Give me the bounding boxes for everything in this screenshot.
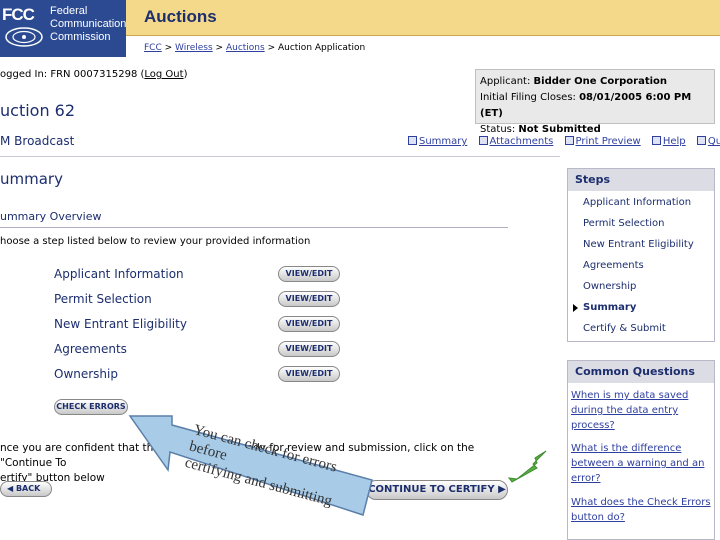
auction-title: uction 62 bbox=[0, 101, 76, 120]
view-edit-ownership-button[interactable]: VIEW/EDIT bbox=[278, 366, 340, 382]
applicant-label: Applicant: bbox=[480, 76, 531, 87]
help-link[interactable]: Help bbox=[663, 136, 686, 147]
annotation-callout-text: You can check for errors before certifyi… bbox=[183, 422, 339, 510]
check-errors-button[interactable]: CHECK ERRORS bbox=[54, 399, 128, 415]
instructions-text: hoose a step listed below to review your… bbox=[0, 236, 311, 247]
logo-line-1: Federal bbox=[50, 5, 88, 17]
sidebar-step-summary: Summary bbox=[583, 302, 637, 313]
applicant-line: Applicant: Bidder One Corporation bbox=[480, 74, 710, 90]
logout-link[interactable]: Log Out bbox=[144, 69, 183, 80]
back-button[interactable]: ◀ BACK bbox=[0, 481, 52, 497]
step-new-entrant-eligibility: New Entrant Eligibility bbox=[54, 317, 187, 331]
summary-overview-heading: ummary Overview bbox=[0, 210, 102, 223]
fcc-seal-icon bbox=[5, 27, 43, 47]
page-title: ummary bbox=[0, 170, 63, 188]
back-label: BACK bbox=[15, 484, 41, 493]
logo-line-2: Communications bbox=[50, 18, 132, 30]
breadcrumb-auctions[interactable]: Auctions bbox=[226, 43, 265, 53]
page-header: FCC Federal Communications Commission Au… bbox=[0, 0, 720, 57]
divider-top bbox=[0, 156, 560, 157]
sidebar-step-ownership[interactable]: Ownership bbox=[583, 281, 636, 292]
sidebar-step-certify-submit[interactable]: Certify & Submit bbox=[583, 323, 666, 334]
quit-icon bbox=[696, 136, 706, 145]
view-edit-eligibility-button[interactable]: VIEW/EDIT bbox=[278, 316, 340, 332]
view-edit-agreements-button[interactable]: VIEW/EDIT bbox=[278, 341, 340, 357]
sidebar-step-agreements[interactable]: Agreements bbox=[583, 260, 644, 271]
quit-link[interactable]: Quit bbox=[708, 136, 720, 147]
service-name: M Broadcast bbox=[0, 134, 75, 148]
view-edit-applicant-button[interactable]: VIEW/EDIT bbox=[278, 266, 340, 282]
divider-overview bbox=[0, 227, 508, 228]
utility-links: Summary Attachments Print Preview Help Q… bbox=[408, 136, 720, 147]
step-ownership: Ownership bbox=[54, 367, 118, 381]
filing-line: Initial Filing Closes: 08/01/2005 6:00 P… bbox=[480, 90, 710, 122]
step-permit-selection: Permit Selection bbox=[54, 292, 152, 306]
steps-panel-title: Steps bbox=[568, 169, 714, 191]
login-frn: ogged In: FRN 0007315298 ( bbox=[0, 69, 145, 80]
breadcrumb-current: Auction Application bbox=[277, 43, 366, 53]
login-status: ogged In: FRN 0007315298 (Log Out) bbox=[0, 69, 187, 80]
view-edit-permit-button[interactable]: VIEW/EDIT bbox=[278, 291, 340, 307]
fcc-logo-text: Federal Communications Commission bbox=[50, 5, 132, 44]
continue-label: CONTINUE TO CERTIFY bbox=[368, 484, 495, 495]
fcc-logo[interactable]: FCC Federal Communications Commission bbox=[0, 0, 132, 57]
faq-warning-vs-error-link[interactable]: What is the difference between a warning… bbox=[571, 441, 711, 486]
steps-panel: Steps Applicant Information Permit Selec… bbox=[567, 168, 715, 342]
summary-link[interactable]: Summary bbox=[419, 136, 467, 147]
step-applicant-information: Applicant Information bbox=[54, 267, 184, 281]
status-value: Not Submitted bbox=[518, 124, 601, 135]
attachments-link[interactable]: Attachments bbox=[490, 136, 554, 147]
sidebar-step-new-entrant-eligibility[interactable]: New Entrant Eligibility bbox=[583, 239, 694, 250]
current-step-arrow-icon bbox=[573, 304, 578, 312]
section-title-bar: Auctions bbox=[126, 0, 720, 36]
continue-to-certify-button[interactable]: CONTINUE TO CERTIFY ▶ bbox=[366, 480, 508, 500]
applicant-value: Bidder One Corporation bbox=[533, 76, 668, 87]
step-agreements: Agreements bbox=[54, 342, 127, 356]
help-icon bbox=[651, 136, 661, 145]
applicant-info-box: Applicant: Bidder One Corporation Initia… bbox=[475, 69, 715, 135]
faq-check-errors-link[interactable]: What does the Check Errors button do? bbox=[571, 495, 711, 525]
green-arrow-icon bbox=[507, 450, 547, 483]
sidebar-step-applicant-information[interactable]: Applicant Information bbox=[583, 197, 691, 208]
attachments-icon bbox=[478, 136, 488, 145]
login-close-paren: ) bbox=[183, 69, 188, 80]
common-questions-panel: Common Questions When is my data saved d… bbox=[567, 360, 715, 540]
faq-data-saved-link[interactable]: When is my data saved during the data en… bbox=[571, 388, 711, 433]
summary-icon bbox=[408, 136, 417, 145]
logo-line-3: Commission bbox=[50, 31, 111, 43]
breadcrumb-wireless[interactable]: Wireless bbox=[175, 43, 213, 53]
filing-label: Initial Filing Closes: bbox=[480, 92, 576, 103]
fcc-logo-mark: FCC bbox=[2, 5, 35, 24]
section-title: Auctions bbox=[144, 7, 217, 26]
common-questions-title: Common Questions bbox=[568, 361, 714, 383]
breadcrumb: FCC > Wireless > Auctions > Auction Appl… bbox=[144, 43, 366, 53]
sidebar-step-permit-selection[interactable]: Permit Selection bbox=[583, 218, 664, 229]
print-preview-link[interactable]: Print Preview bbox=[576, 136, 641, 147]
status-label: Status: bbox=[480, 124, 516, 135]
breadcrumb-fcc[interactable]: FCC bbox=[144, 43, 162, 53]
print-icon bbox=[564, 136, 574, 145]
